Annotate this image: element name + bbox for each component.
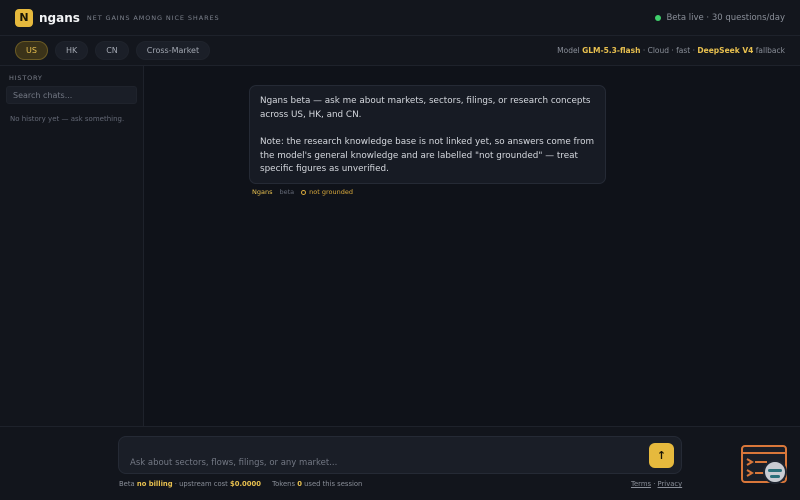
arrow-up-icon: ↑ [656, 449, 667, 462]
logo-icon[interactable]: N [15, 8, 33, 27]
composer: ↑ [118, 436, 682, 474]
model-prefix: Model [557, 46, 580, 55]
model-details: · Cloud · fast · [642, 46, 696, 55]
message-meta: Ngans beta not grounded [252, 188, 353, 196]
tokens-suffix: used this session [304, 480, 363, 488]
search-chats-input[interactable] [6, 86, 137, 104]
message-input[interactable] [130, 457, 640, 469]
tagline: NET GAINS AMONG NICE SHARES [86, 13, 220, 22]
grounding-text: not grounded [309, 188, 353, 196]
empty-history-text: No history yet — ask something. [10, 115, 125, 123]
status-dot-icon [655, 14, 662, 21]
message-paragraph: Note: the research knowledge base is not… [260, 137, 595, 174]
link-separator: · [653, 480, 656, 488]
fallback-model-name: DeepSeek V4 [697, 46, 754, 55]
message-author: Ngans [252, 188, 273, 196]
tab-cn[interactable]: CN [95, 41, 129, 60]
tab-hk[interactable]: HK [54, 41, 89, 60]
terms-link[interactable]: Terms [631, 480, 651, 488]
upstream-cost-value: $0.0000 [230, 480, 261, 488]
history-sidebar: HISTORY No history yet — ask something. [0, 66, 144, 426]
model-name: GLM-5.3-flash [582, 46, 641, 55]
tokens-label: Tokens [272, 480, 296, 488]
fallback-label: fallback [755, 46, 785, 55]
usage-footer: Beta no billing · upstream cost $0.0000 … [119, 480, 362, 488]
top-bar: N ngans NET GAINS AMONG NICE SHARES Beta… [0, 0, 800, 36]
tab-cross-market[interactable]: Cross-Market [135, 41, 211, 60]
beta-badge: beta [279, 188, 295, 196]
privacy-link[interactable]: Privacy [658, 480, 683, 488]
tokens-value: 0 [297, 480, 302, 488]
model-info: Model GLM-5.3-flash · Cloud · fast · Dee… [557, 46, 785, 55]
message-paragraph: Ngans beta — ask me about markets, secto… [260, 96, 591, 120]
upstream-cost-label: · upstream cost [174, 480, 228, 488]
history-title: HISTORY [9, 74, 43, 82]
beta-label: Beta [119, 480, 135, 488]
beta-status: Beta live · 30 questions/day [655, 13, 785, 23]
send-button[interactable]: ↑ [649, 443, 674, 468]
grounding-badge: not grounded [301, 188, 353, 196]
market-bar: US HK CN Cross-Market Model GLM-5.3-flas… [0, 36, 800, 66]
status-text: Beta live · 30 questions/day [666, 12, 785, 23]
not-grounded-icon [301, 189, 307, 195]
assistant-message: Ngans beta — ask me about markets, secto… [249, 85, 606, 184]
brand-name[interactable]: ngans [39, 11, 80, 25]
tab-us[interactable]: US [15, 41, 48, 60]
no-billing-label: no billing [136, 480, 173, 488]
composer-bar: ↑ Beta no billing · upstream cost $0.000… [0, 426, 800, 500]
assistant-widget-icon[interactable] [740, 444, 792, 488]
legal-links: Terms · Privacy [631, 480, 682, 488]
